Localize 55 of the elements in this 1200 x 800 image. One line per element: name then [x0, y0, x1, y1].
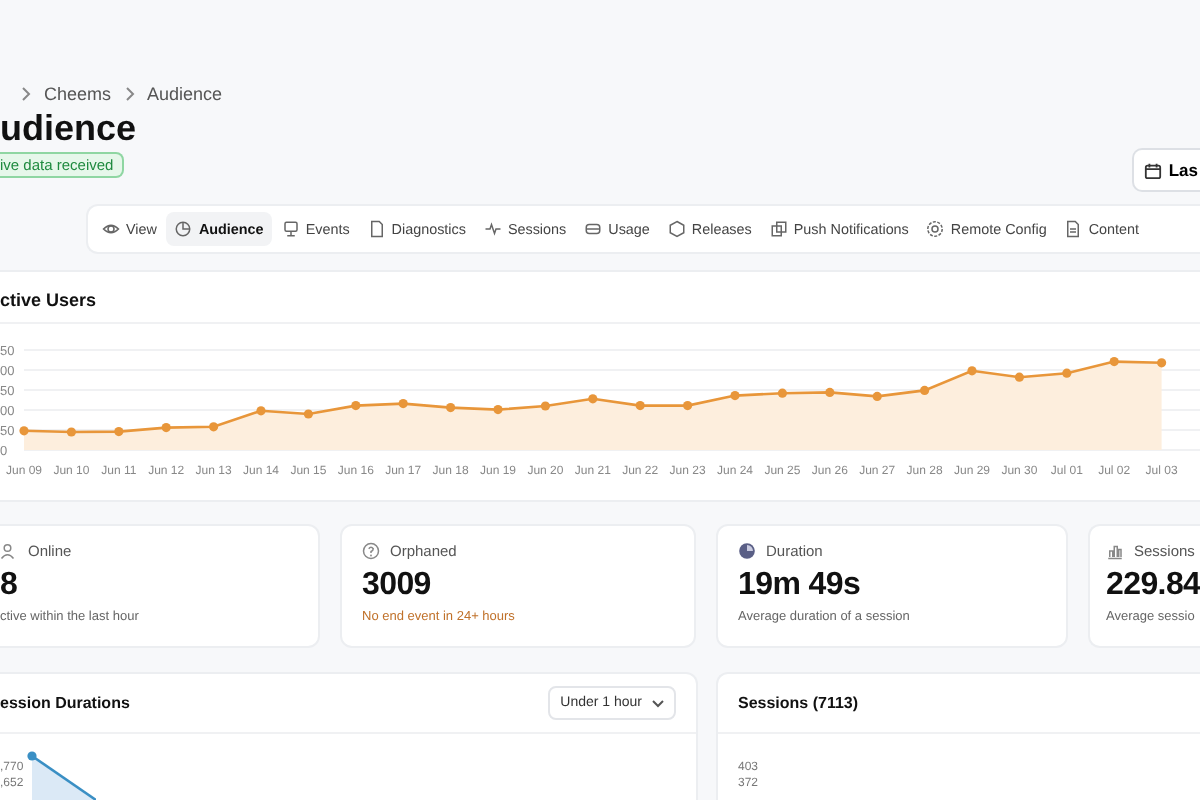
card-title: ession Durations [0, 694, 130, 712]
data-point [209, 422, 219, 432]
data-point [398, 399, 408, 409]
data-point [114, 427, 124, 437]
card-title: Sessions (7113) [738, 694, 859, 712]
chevron-icon [123, 86, 136, 102]
page-title: udience [0, 108, 139, 148]
data-point [730, 391, 740, 401]
data-point [493, 405, 503, 415]
document-icon [367, 220, 386, 238]
data-point [872, 391, 882, 401]
data-point [161, 423, 171, 433]
gear-icon [926, 220, 945, 238]
stat-value: 229.84 [1106, 566, 1200, 604]
data-point [256, 406, 266, 416]
pie-chart-icon [738, 542, 756, 560]
data-point [967, 366, 977, 376]
data-point [446, 403, 456, 413]
pie-chart-icon [174, 220, 193, 238]
data-point [825, 387, 835, 397]
chevron-icon [652, 699, 664, 707]
stat-value: 3009 [362, 566, 433, 604]
copy-icon [769, 220, 788, 238]
data-point [1062, 368, 1072, 378]
card-title: ctive Users [0, 272, 1200, 324]
stat-value: 8 [0, 566, 20, 604]
cube-icon [667, 220, 686, 238]
data-point [920, 385, 930, 395]
data-point [351, 401, 361, 411]
pulse-icon [483, 220, 502, 238]
data-point [1109, 357, 1119, 367]
breadcrumb-link[interactable]: Cheems [44, 84, 112, 104]
stat-value: 19m 49s [738, 566, 863, 604]
data-point [19, 426, 29, 436]
data-point [303, 409, 313, 419]
data-point [1157, 358, 1167, 368]
data-point [540, 401, 550, 411]
data-point [1014, 372, 1024, 382]
bar-chart-icon [1106, 542, 1124, 560]
line-chart-drawing [24, 748, 96, 800]
database-icon [584, 220, 603, 238]
data-point [635, 401, 645, 411]
data-point [777, 388, 787, 398]
users-icon [0, 542, 18, 560]
data-point [588, 394, 598, 404]
data-point [66, 427, 76, 437]
monitor-icon [281, 220, 300, 238]
date-range-button[interactable]: Las [1132, 148, 1200, 192]
document-icon [1064, 220, 1083, 238]
question-icon [362, 542, 380, 560]
calendar-icon [1144, 161, 1163, 179]
breadcrumb-link[interactable]: Audience [147, 84, 223, 104]
data-point [683, 401, 693, 411]
eye-icon [102, 220, 120, 238]
chevron-icon [20, 86, 32, 102]
